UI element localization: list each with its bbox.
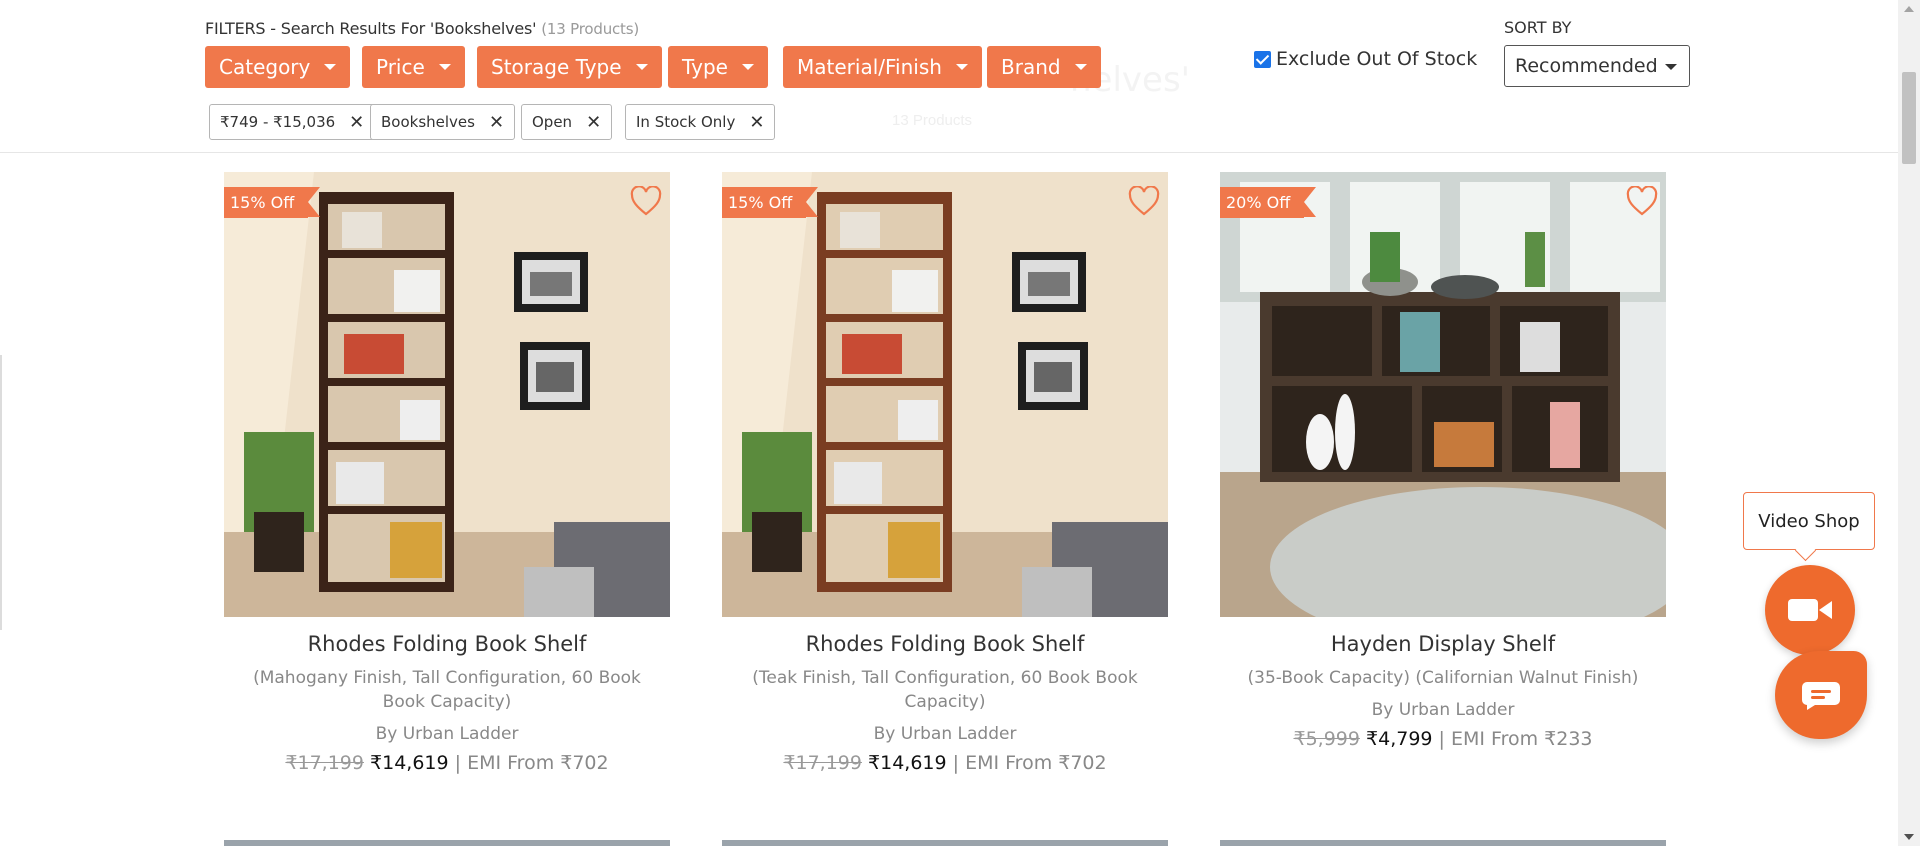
product-brand: By Urban Ladder: [1371, 700, 1515, 720]
next-product-image[interactable]: [722, 840, 1168, 846]
filter-brand-label: Brand: [1001, 55, 1061, 79]
caret-down-icon: [1665, 64, 1677, 70]
applied-filter-chip: ₹749 - ₹15,036 ✕: [209, 104, 376, 140]
sale-price: ₹14,619: [370, 752, 449, 774]
applied-filter-chip: Open ✕: [521, 104, 613, 140]
product-price: ₹17,199 ₹14,619 | EMI From ₹702: [224, 752, 670, 774]
caret-down-icon: [741, 64, 754, 70]
left-panel-edge: [0, 355, 2, 630]
heart-wishlist-icon[interactable]: [1626, 186, 1658, 216]
discount-badge: 20% Off: [1220, 187, 1317, 226]
emi-text: | EMI From ₹702: [454, 752, 609, 774]
product-count-ghost: 13 Products: [892, 112, 973, 129]
caret-down-icon: [955, 64, 968, 70]
sale-price: ₹4,799: [1366, 728, 1433, 750]
filter-storage-type-label: Storage Type: [491, 55, 622, 79]
product-photo-hayden-display-shelf: [1220, 172, 1666, 617]
product-image[interactable]: 15% Off: [722, 172, 1168, 617]
next-product-image[interactable]: [224, 840, 670, 846]
filter-type-button[interactable]: Type: [668, 46, 768, 88]
sort-by-label: SORT BY: [1504, 18, 1572, 37]
filter-bar: helves' 13 Products FILTERS - Search Res…: [0, 0, 1898, 153]
caret-down-icon: [1074, 64, 1087, 70]
filter-category-label: Category: [219, 55, 311, 79]
product-count: (13 Products): [541, 20, 639, 38]
filter-price-label: Price: [376, 55, 425, 79]
exclude-out-of-stock-checkbox[interactable]: Exclude Out Of Stock: [1254, 48, 1477, 70]
filter-material-finish-button[interactable]: Material/Finish: [783, 46, 982, 88]
emi-text: | EMI From ₹702: [952, 752, 1107, 774]
heart-wishlist-icon[interactable]: [1128, 186, 1160, 216]
product-description: (35-Book Capacity) (Californian Walnut F…: [1247, 668, 1639, 688]
product-brand: By Urban Ladder: [873, 724, 1017, 744]
product-name[interactable]: Hayden Display Shelf: [1220, 632, 1666, 656]
product-image[interactable]: 20% Off: [1220, 172, 1666, 617]
sort-by-select[interactable]: Recommended: [1504, 45, 1690, 87]
chat-bubble-icon: [1802, 682, 1840, 710]
checkbox-checked-icon[interactable]: [1254, 50, 1271, 68]
product-price: ₹5,999 ₹4,799 | EMI From ₹233: [1220, 728, 1666, 750]
product-name[interactable]: Rhodes Folding Book Shelf: [722, 632, 1168, 656]
scrollbar-thumb[interactable]: [1902, 72, 1916, 164]
video-camera-icon: [1788, 599, 1832, 621]
next-product-image[interactable]: [1220, 840, 1666, 846]
heart-wishlist-icon[interactable]: [630, 186, 662, 216]
caret-down-icon: [635, 64, 648, 70]
caret-down-icon: [324, 64, 337, 70]
video-shop-tooltip[interactable]: Video Shop: [1743, 492, 1875, 550]
product-image[interactable]: 15% Off: [224, 172, 670, 617]
chat-button[interactable]: [1775, 651, 1867, 739]
video-shop-button[interactable]: [1765, 565, 1855, 655]
filter-material-finish-label: Material/Finish: [797, 55, 942, 79]
original-price: ₹17,199: [285, 752, 364, 774]
product-description: (Mahogany Finish, Tall Configuration, 60…: [253, 668, 641, 712]
remove-filter-icon[interactable]: ✕: [489, 112, 504, 133]
product-price: ₹17,199 ₹14,619 | EMI From ₹702: [722, 752, 1168, 774]
remove-filter-icon[interactable]: ✕: [349, 112, 364, 133]
filter-type-label: Type: [682, 55, 728, 79]
filter-category-button[interactable]: Category: [205, 46, 351, 88]
product-name[interactable]: Rhodes Folding Book Shelf: [224, 632, 670, 656]
discount-badge: 15% Off: [224, 187, 321, 226]
remove-filter-icon[interactable]: ✕: [586, 112, 601, 133]
filters-heading-text: FILTERS - Search Results For 'Bookshelve…: [205, 19, 537, 38]
applied-filter-chip: Bookshelves ✕: [370, 104, 516, 140]
original-price: ₹5,999: [1293, 728, 1360, 750]
sort-by-value: Recommended: [1515, 55, 1658, 77]
chip-label: Bookshelves: [381, 113, 475, 131]
sale-price: ₹14,619: [868, 752, 947, 774]
exclude-out-of-stock-label: Exclude Out Of Stock: [1276, 48, 1478, 70]
chip-label: Open: [532, 113, 573, 131]
scroll-up-arrow-icon[interactable]: [1904, 6, 1914, 12]
discount-badge: 15% Off: [722, 187, 819, 226]
product-brand: By Urban Ladder: [375, 724, 519, 744]
scroll-down-arrow-icon[interactable]: [1904, 834, 1914, 840]
product-photo-rhodes-teak: [722, 172, 1168, 617]
vertical-scrollbar[interactable]: [1898, 0, 1920, 846]
chip-label: In Stock Only: [636, 113, 736, 131]
remove-filter-icon[interactable]: ✕: [749, 112, 764, 133]
emi-text: | EMI From ₹233: [1438, 728, 1593, 750]
filter-price-button[interactable]: Price: [362, 46, 465, 88]
chip-label: ₹749 - ₹15,036: [220, 113, 336, 131]
filter-brand-button[interactable]: Brand: [987, 46, 1101, 88]
caret-down-icon: [438, 64, 451, 70]
original-price: ₹17,199: [783, 752, 862, 774]
filters-heading: FILTERS - Search Results For 'Bookshelve…: [205, 19, 639, 38]
filter-storage-type-button[interactable]: Storage Type: [477, 46, 662, 88]
product-photo-rhodes-mahogany: [224, 172, 670, 617]
product-description: (Teak Finish, Tall Configuration, 60 Boo…: [752, 668, 1138, 712]
applied-filter-chip: In Stock Only ✕: [625, 104, 776, 140]
